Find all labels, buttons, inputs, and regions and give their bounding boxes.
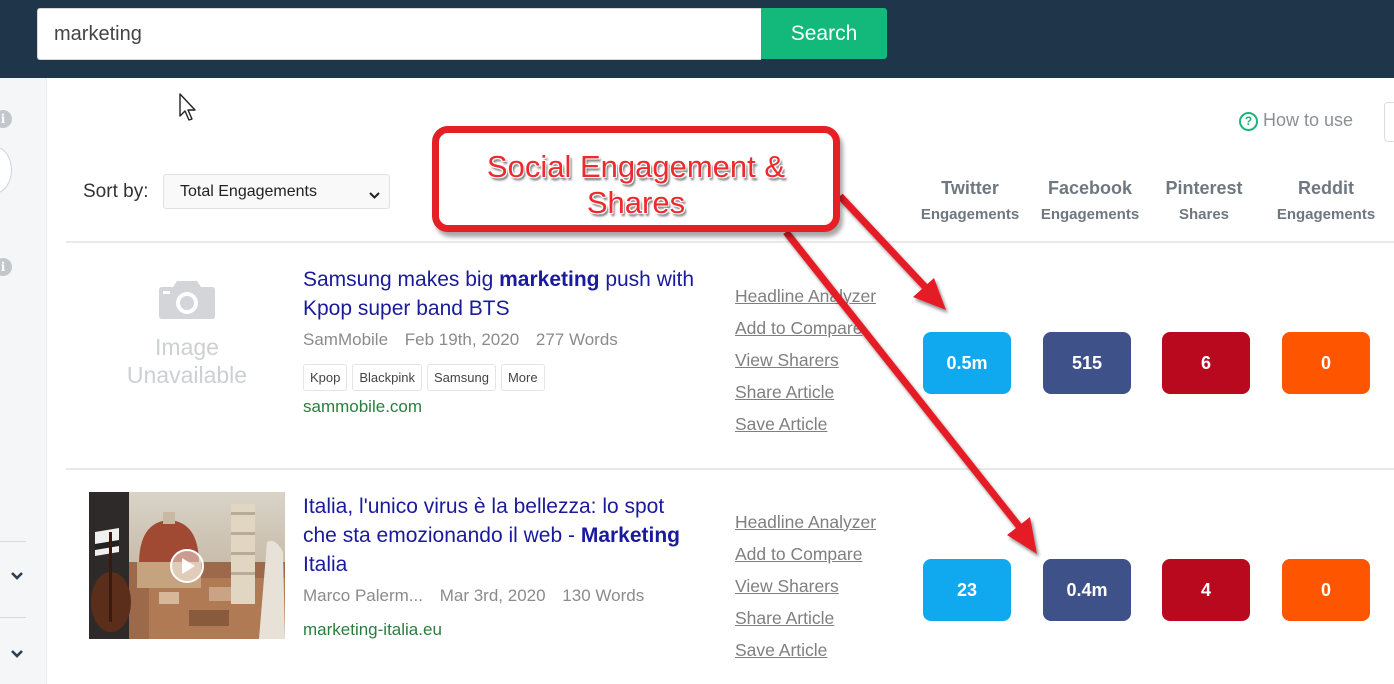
title-text: Italia (303, 553, 348, 576)
chevron-down-icon[interactable] (10, 568, 24, 584)
column-name: Twitter (941, 178, 999, 198)
title-text: Samsung makes big (303, 268, 500, 291)
article-domain[interactable]: sammobile.com (303, 397, 422, 417)
cursor-icon (178, 92, 200, 127)
save-article-link[interactable]: Save Article (735, 408, 876, 440)
share-article-link[interactable]: Share Article (735, 602, 876, 634)
help-icon: ? (1239, 112, 1258, 131)
facebook-engagements-badge[interactable]: 515 (1043, 332, 1131, 394)
column-subtitle: Engagements (1040, 206, 1140, 223)
sidebar-divider (0, 541, 26, 542)
article-author: SamMobile (303, 330, 389, 349)
column-header-reddit[interactable]: Reddit Engagements (1266, 178, 1386, 223)
article-title[interactable]: Samsung makes big marketing push with Kp… (303, 265, 723, 323)
filters-sidebar: i i (0, 78, 47, 684)
search-button[interactable]: Search (761, 8, 887, 59)
article-word-count: 130 Words (562, 586, 645, 605)
image-unavailable-text: Image (155, 334, 219, 360)
reddit-engagements-badge[interactable]: 0 (1282, 332, 1370, 394)
article-meta: Marco Palerm... Mar 3rd, 2020 130 Words (303, 586, 656, 606)
article-date: Feb 19th, 2020 (404, 330, 520, 349)
tag[interactable]: Blackpink (352, 364, 423, 391)
add-to-compare-link[interactable]: Add to Compare (735, 538, 876, 570)
export-button[interactable] (1384, 102, 1394, 142)
article-word-count: 277 Words (535, 330, 618, 349)
callout-text: Social Engagement & (486, 149, 786, 184)
column-header-pinterest[interactable]: Pinterest Shares (1144, 178, 1264, 223)
column-header-twitter[interactable]: Twitter Engagements (910, 178, 1030, 223)
how-to-use-link[interactable]: ? How to use (1239, 110, 1353, 131)
image-unavailable-text: Unavailable (126, 362, 248, 388)
reddit-engagements-badge[interactable]: 0 (1282, 559, 1370, 621)
column-header-facebook[interactable]: Facebook Engagements (1030, 178, 1150, 223)
headline-analyzer-link[interactable]: Headline Analyzer (735, 506, 876, 538)
pinterest-shares-badge[interactable]: 4 (1162, 559, 1250, 621)
share-article-link[interactable]: Share Article (735, 376, 876, 408)
annotation-callout: Social Engagement & Shares (432, 126, 840, 232)
article-actions: Headline Analyzer Add to Compare View Sh… (735, 280, 876, 440)
facebook-engagements-badge[interactable]: 0.4m (1043, 559, 1131, 621)
headline-analyzer-link[interactable]: Headline Analyzer (735, 280, 876, 312)
article-author: Marco Palerm... (303, 586, 423, 605)
column-name: Pinterest (1165, 178, 1243, 198)
article-title[interactable]: Italia, l'unico virus è la bellezza: lo … (303, 492, 703, 579)
twitter-engagements-badge[interactable]: 0.5m (923, 332, 1011, 394)
filter-toggle[interactable] (0, 146, 12, 194)
image-unavailable-placeholder: Image Unavailable (98, 278, 276, 408)
sort-label: Sort by: (83, 181, 149, 202)
article-tags: Kpop Blackpink Samsung More (303, 364, 550, 391)
sort-select[interactable]: Total Engagements (163, 174, 390, 209)
how-to-use-label: How to use (1263, 110, 1354, 130)
camera-icon (159, 281, 215, 319)
search-input[interactable] (37, 8, 761, 60)
article-thumbnail[interactable] (89, 492, 285, 639)
tag[interactable]: Samsung (427, 364, 496, 391)
callout-text: Shares (586, 185, 686, 220)
chevron-down-icon (366, 183, 383, 200)
sort-select-value: Total Engagements (180, 183, 317, 200)
column-subtitle: Engagements (1276, 206, 1376, 223)
view-sharers-link[interactable]: View Sharers (735, 570, 876, 602)
row-divider (66, 241, 1394, 243)
add-to-compare-link[interactable]: Add to Compare (735, 312, 876, 344)
article-actions: Headline Analyzer Add to Compare View Sh… (735, 506, 876, 666)
tag[interactable]: Kpop (303, 364, 348, 391)
twitter-engagements-badge[interactable]: 23 (923, 559, 1011, 621)
article-domain[interactable]: marketing-italia.eu (303, 620, 442, 640)
info-icon[interactable]: i (0, 258, 12, 276)
pinterest-shares-badge[interactable]: 6 (1162, 332, 1250, 394)
view-sharers-link[interactable]: View Sharers (735, 344, 876, 376)
sidebar-divider (0, 617, 26, 618)
save-article-link[interactable]: Save Article (735, 634, 876, 666)
chevron-down-icon[interactable] (10, 646, 24, 662)
title-keyword: marketing (499, 268, 600, 291)
column-subtitle: Shares (1178, 206, 1230, 223)
column-name: Facebook (1047, 178, 1133, 198)
article-date: Mar 3rd, 2020 (439, 586, 546, 605)
column-subtitle: Engagements (920, 206, 1020, 223)
row-divider (66, 468, 1394, 470)
title-keyword: Marketing (580, 524, 681, 547)
tag-more[interactable]: More (500, 364, 545, 391)
article-meta: SamMobile Feb 19th, 2020 277 Words (303, 330, 630, 350)
info-icon[interactable]: i (0, 110, 12, 128)
column-name: Reddit (1298, 178, 1354, 198)
